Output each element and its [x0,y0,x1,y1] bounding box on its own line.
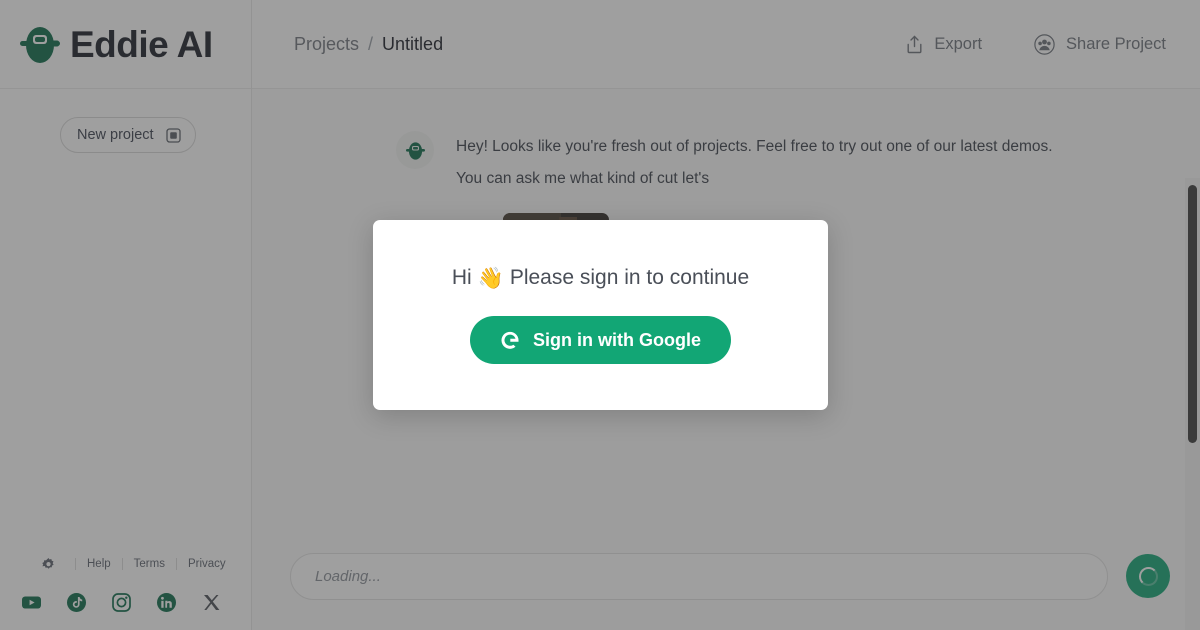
modal-title-text: Please sign in to continue [509,266,750,289]
google-button-label: Sign in with Google [533,329,701,350]
app-root: Eddie AI New project Help Terms Privacy … [0,0,1200,630]
sign-in-with-google-button[interactable]: Sign in with Google [470,316,731,364]
modal-greeting: Hi [451,266,472,289]
modal-title: Hi 👋 Please sign in to continue [452,266,749,290]
signin-modal: Hi 👋 Please sign in to continue Sign in … [373,220,828,410]
waving-hand-icon: 👋 [477,266,504,290]
google-g-icon [500,330,520,350]
